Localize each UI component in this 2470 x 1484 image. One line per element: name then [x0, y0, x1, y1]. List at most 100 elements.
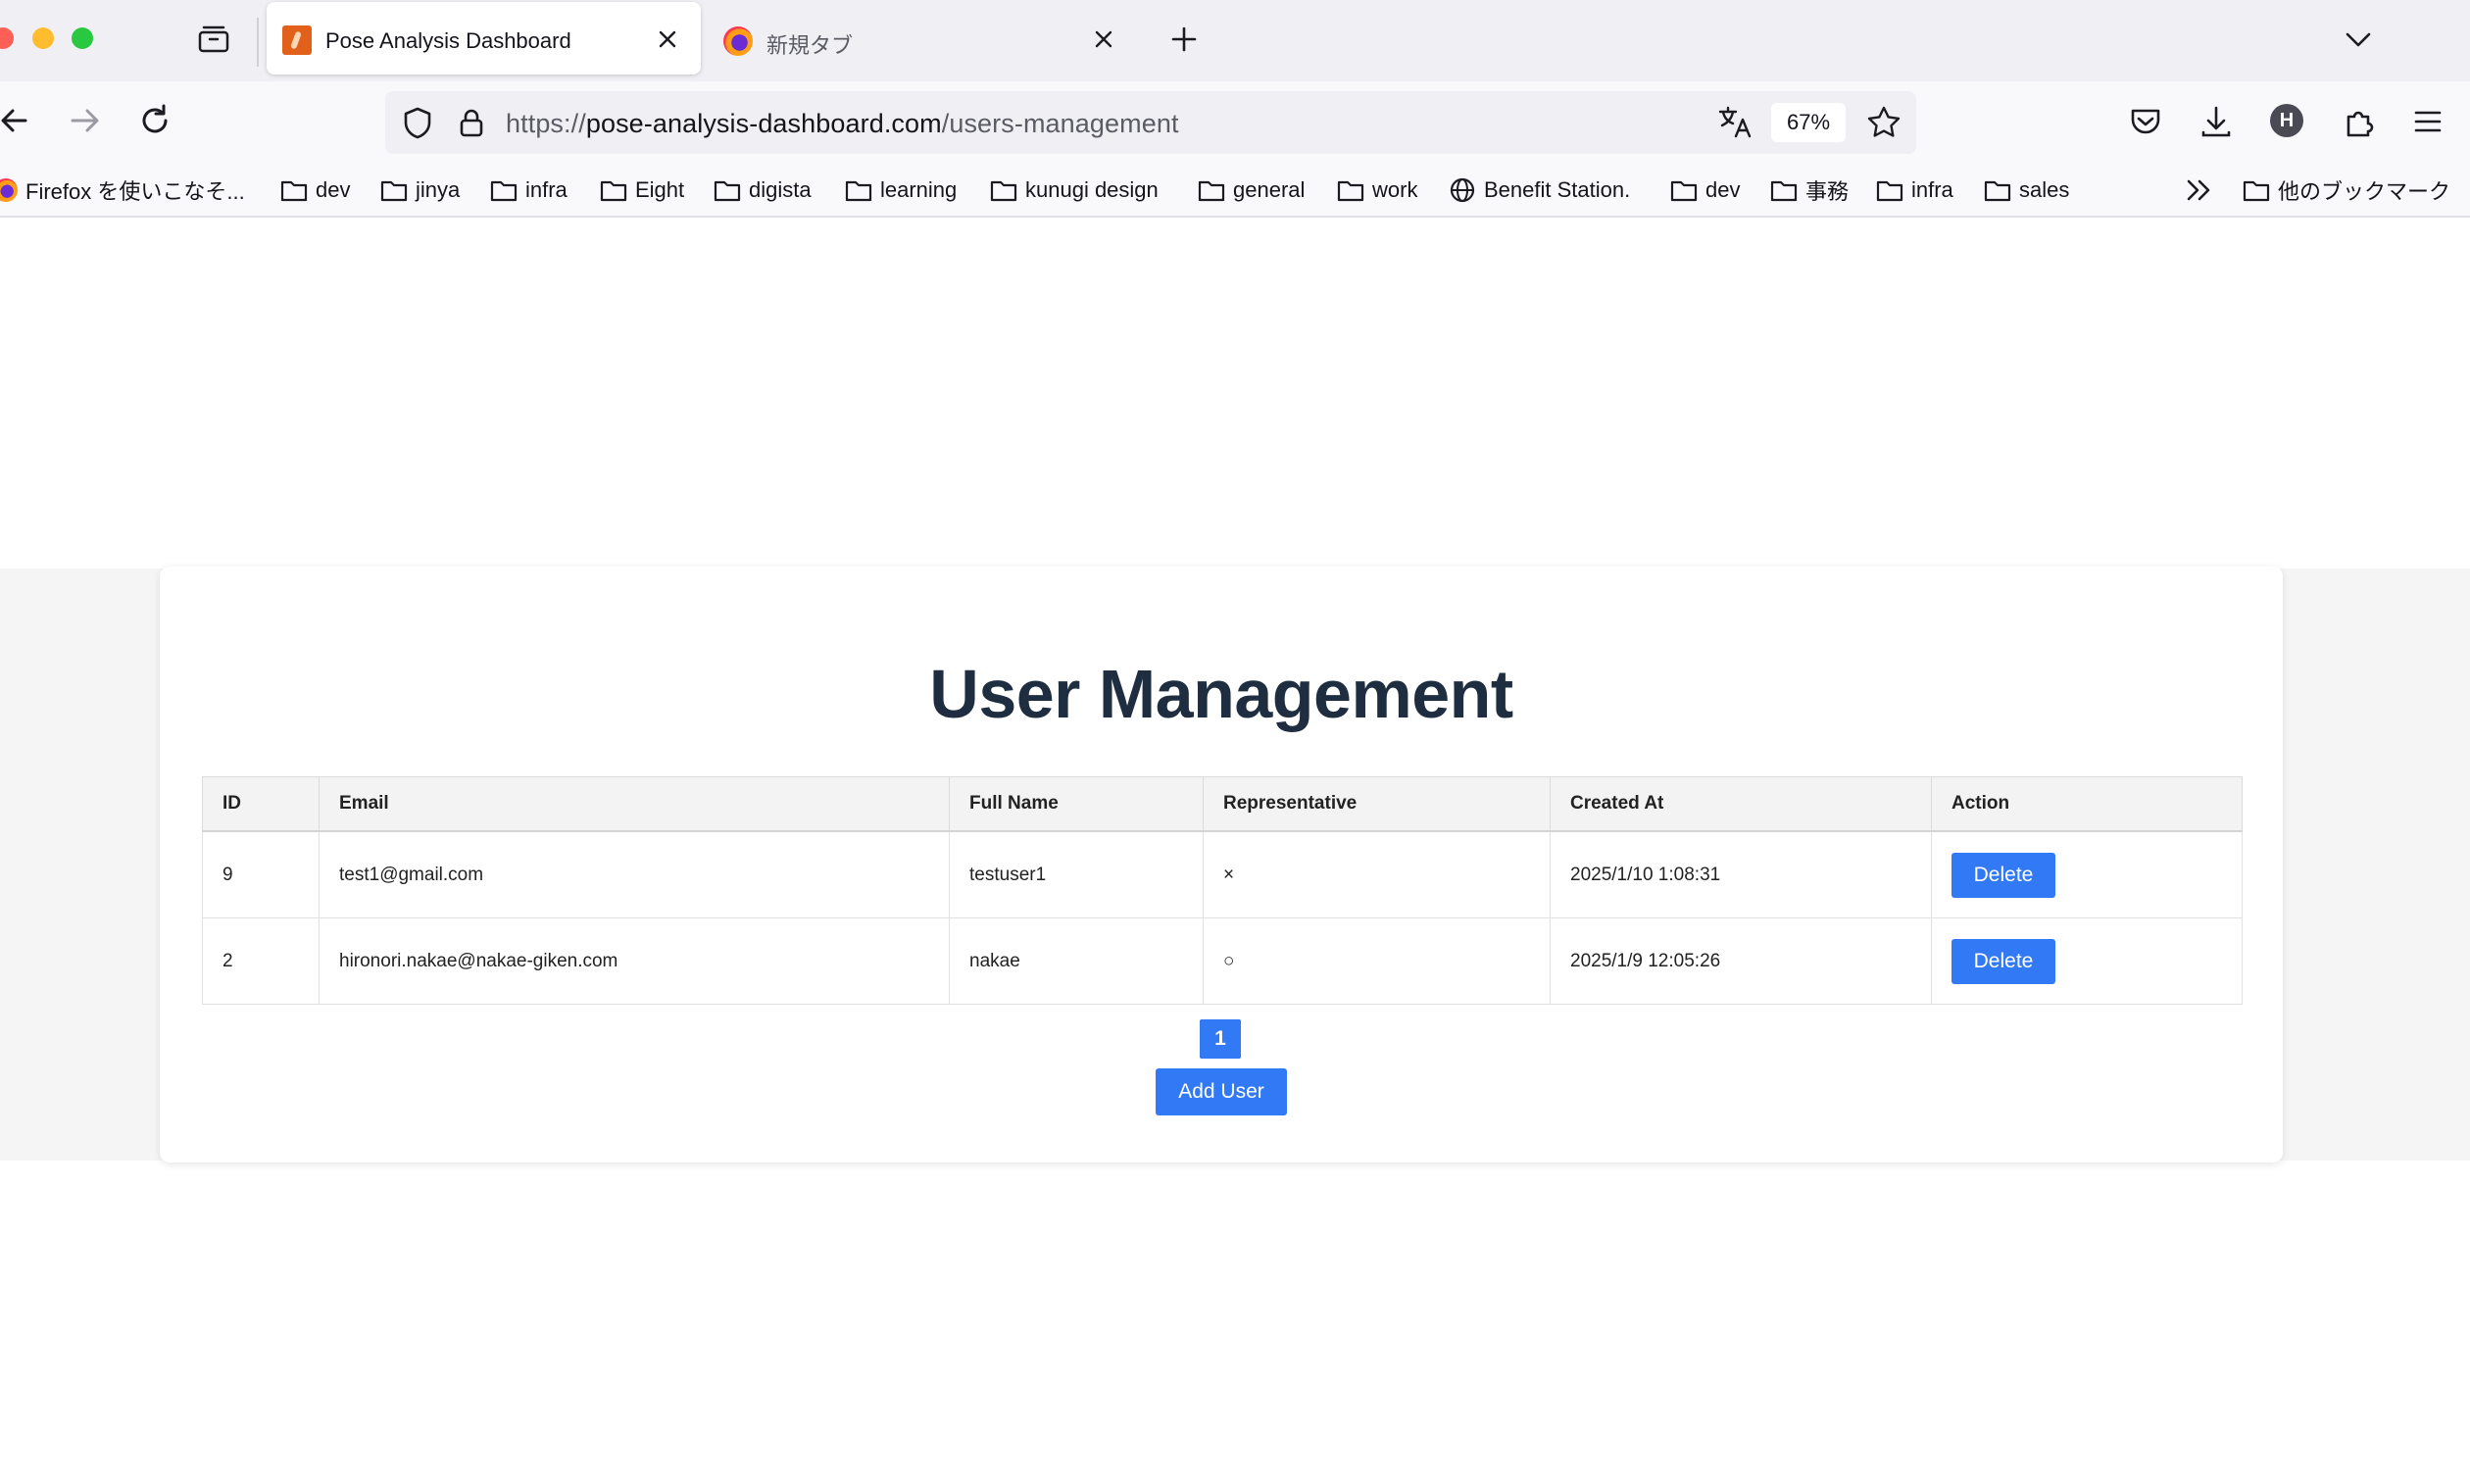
bookmark-item[interactable]: work	[1337, 174, 1417, 206]
page-title: User Management	[929, 656, 1513, 732]
cell-id: 2	[202, 917, 320, 1005]
user-management-card: User Management ID Email Full Name Repre…	[160, 567, 2283, 1162]
bookmark-label: infra	[1911, 177, 1953, 202]
cell-email: test1@gmail.com	[319, 830, 950, 918]
tab-title: 新規タブ	[766, 33, 854, 58]
globe-icon	[1450, 177, 1475, 203]
firefox-icon	[723, 26, 753, 56]
tab-new-tab[interactable]: 新規タブ	[716, 2, 1139, 74]
tab-overview-icon[interactable]	[196, 24, 231, 55]
other-bookmarks-label: 他のブックマーク	[2278, 179, 2451, 204]
forward-arrow-icon[interactable]	[65, 101, 104, 140]
table-row: 9 test1@gmail.com testuser1 × 2025/1/10 …	[202, 830, 2243, 918]
firefox-icon	[0, 178, 18, 202]
bookmark-star-icon[interactable]	[1865, 104, 1902, 141]
users-table: ID Email Full Name Representative Create…	[202, 776, 2243, 1005]
tab-title: Pose Analysis Dashboard	[325, 28, 571, 53]
column-header-id: ID	[202, 776, 320, 832]
tab-bar: Pose Analysis Dashboard 新規タブ	[0, 0, 2470, 81]
column-header-full-name: Full Name	[949, 776, 1204, 832]
url-bar[interactable]: https://pose-analysis-dashboard.com/user…	[385, 91, 1916, 154]
url-text[interactable]: https://pose-analysis-dashboard.com/user…	[506, 109, 1179, 139]
bookmark-label: learning	[880, 177, 958, 202]
folder-icon	[1876, 180, 1903, 202]
bookmark-item[interactable]: jinya	[380, 174, 460, 206]
translate-icon[interactable]	[1716, 104, 1754, 141]
url-path: /users-management	[941, 109, 1179, 138]
bookmark-label: sales	[2019, 177, 2070, 202]
bookmark-label: Firefox を使いこなそ...	[25, 179, 245, 204]
minimize-window-button[interactable]	[32, 27, 54, 49]
more-bookmarks-chevrons-icon[interactable]	[2184, 176, 2215, 204]
zoom-window-button[interactable]	[72, 27, 93, 49]
bookmark-label: jinya	[416, 177, 461, 202]
downloads-icon[interactable]	[2198, 103, 2235, 140]
bookmark-item[interactable]: general	[1198, 174, 1305, 206]
bookmarks-toolbar: Firefox を使いこなそ... dev jinya infra Eight digis…	[0, 165, 2470, 218]
delete-user-button[interactable]: Delete	[1951, 852, 2055, 898]
cell-full-name: testuser1	[949, 830, 1204, 918]
lock-icon[interactable]	[454, 105, 489, 140]
bookmark-label: digista	[749, 177, 812, 202]
bookmark-label: 事務	[1805, 179, 1850, 204]
close-window-button[interactable]	[0, 27, 14, 49]
bookmark-item[interactable]: Eight	[600, 174, 684, 206]
list-all-tabs-chevron-down-icon[interactable]	[2343, 24, 2374, 55]
extensions-puzzle-icon[interactable]	[2341, 103, 2378, 140]
tab-pose-analysis-dashboard[interactable]: Pose Analysis Dashboard	[267, 2, 701, 74]
folder-icon	[280, 180, 308, 202]
bookmark-label: dev	[316, 177, 351, 202]
back-arrow-icon[interactable]	[0, 101, 35, 140]
bookmark-item[interactable]: dev	[1670, 174, 1740, 206]
folder-icon	[990, 180, 1017, 202]
cell-created-at: 2025/1/10 1:08:31	[1550, 830, 1932, 918]
add-user-button[interactable]: Add User	[1156, 1068, 1287, 1115]
pagination-page-button[interactable]: 1	[1200, 1019, 1241, 1059]
column-header-representative: Representative	[1203, 776, 1551, 832]
cell-full-name: nakae	[949, 917, 1204, 1005]
bookmark-item[interactable]: digista	[714, 174, 812, 206]
bookmark-item[interactable]: Benefit Station.	[1449, 174, 1630, 206]
cell-action: Delete	[1931, 917, 2243, 1005]
account-avatar[interactable]: H	[2270, 104, 2303, 137]
bookmark-item[interactable]: infra	[1876, 174, 1953, 206]
tracking-protection-shield-icon[interactable]	[400, 105, 435, 140]
folder-icon	[845, 180, 872, 202]
table-header-row: ID Email Full Name Representative Create…	[202, 776, 2243, 832]
close-tab-icon[interactable]	[654, 25, 681, 53]
bookmark-item[interactable]: Firefox を使いこなそ...	[0, 174, 245, 206]
hamburger-menu-icon[interactable]	[2409, 103, 2446, 140]
delete-user-button[interactable]: Delete	[1951, 938, 2055, 984]
folder-icon	[1337, 180, 1364, 202]
folder-icon	[2243, 180, 2270, 202]
cell-representative: ×	[1203, 830, 1551, 918]
table-row: 2 hironori.nakae@nakae-giken.com nakae ○…	[202, 917, 2243, 1005]
cell-created-at: 2025/1/9 12:05:26	[1550, 917, 1932, 1005]
navigation-toolbar: https://pose-analysis-dashboard.com/user…	[0, 81, 2470, 165]
bookmark-item[interactable]: infra	[490, 174, 568, 206]
bookmark-item[interactable]: 事務	[1770, 174, 1849, 206]
bookmark-item[interactable]: learning	[845, 174, 957, 206]
pocket-icon[interactable]	[2127, 103, 2164, 140]
pose-dashboard-favicon-icon	[282, 25, 312, 55]
folder-icon	[600, 180, 627, 202]
cell-action: Delete	[1931, 830, 2243, 918]
other-bookmarks[interactable]: 他のブックマーク	[2243, 174, 2450, 206]
cell-id: 9	[202, 830, 320, 918]
folder-icon	[490, 180, 518, 202]
bookmark-item[interactable]: sales	[1984, 174, 2069, 206]
zoom-level-badge[interactable]: 67%	[1771, 103, 1846, 142]
folder-icon	[1984, 180, 2011, 202]
bookmark-label: Eight	[635, 177, 685, 202]
folder-icon	[380, 180, 408, 202]
tab-separator	[257, 18, 259, 67]
folder-icon	[1670, 180, 1698, 202]
new-tab-plus-icon[interactable]	[1168, 24, 1200, 55]
url-host: pose-analysis-dashboard.com	[585, 109, 942, 138]
bookmark-label: general	[1233, 177, 1306, 202]
bookmark-item[interactable]: kunugi design	[990, 174, 1159, 206]
reload-icon[interactable]	[135, 101, 174, 140]
bookmark-item[interactable]: dev	[280, 174, 350, 206]
url-scheme: https://	[506, 109, 586, 138]
close-tab-icon[interactable]	[1090, 25, 1117, 53]
